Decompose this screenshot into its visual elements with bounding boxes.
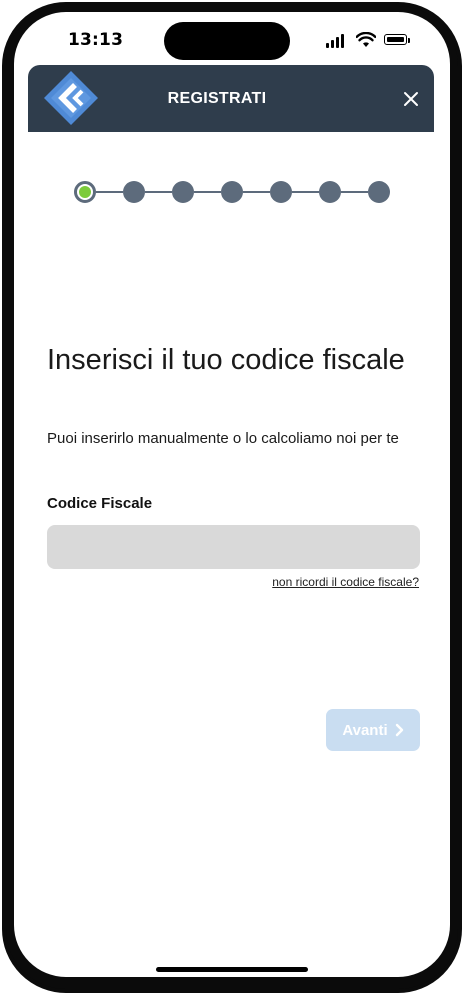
dynamic-island [164,22,290,60]
app-screen: 13:13 REGISTRATI Inserisci il tuo codice… [14,12,450,977]
progress-stepper [74,179,394,205]
status-time: 13:13 [68,30,124,50]
step-4-dot [221,181,243,203]
close-icon [404,92,418,106]
step-connector [194,191,221,193]
next-button[interactable]: Avanti [326,709,420,751]
step-connector [243,191,270,193]
wifi-icon [356,32,376,47]
page-title: Inserisci il tuo codice fiscale [47,344,405,376]
step-connector [341,191,368,193]
codice-fiscale-label: Codice Fiscale [47,495,153,512]
forgot-codice-fiscale-link[interactable]: non ricordi il codice fiscale? [272,575,419,589]
battery-icon [384,34,407,45]
next-button-label: Avanti [342,721,388,739]
phone-mockup: 13:13 REGISTRATI Inserisci il tuo codice… [0,0,464,993]
chevron-right-icon [395,723,403,737]
step-5-dot [270,181,292,203]
step-connector [96,191,123,193]
step-1-dot-active [74,181,96,203]
app-header: REGISTRATI [28,65,434,132]
status-icons [326,32,416,50]
close-button[interactable] [398,86,424,112]
step-3-dot [172,181,194,203]
step-connector [145,191,172,193]
step-7-dot [368,181,390,203]
header-title: REGISTRATI [167,90,267,107]
home-indicator [156,967,308,972]
step-2-dot [123,181,145,203]
codice-fiscale-input[interactable] [47,525,420,569]
page-subtitle: Puoi inserirlo manualmente o lo calcolia… [47,430,399,447]
step-connector [292,191,319,193]
step-6-dot [319,181,341,203]
battery-tip [408,38,410,43]
status-bar: 13:13 [14,12,450,64]
